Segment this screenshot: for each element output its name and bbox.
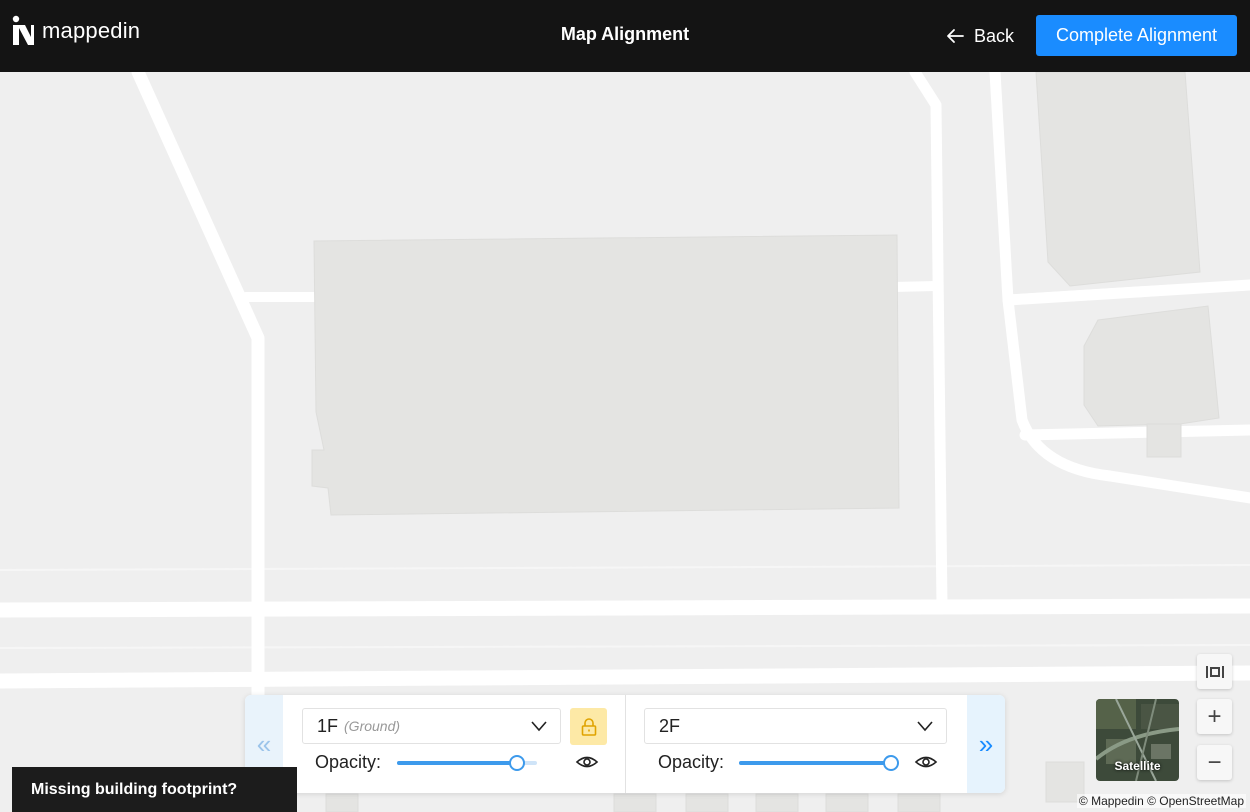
double-chevron-left-icon: « [256, 728, 272, 759]
satellite-label: Satellite [1114, 759, 1161, 773]
missing-footprint-text: Missing building footprint? [31, 780, 238, 798]
eye-icon[interactable] [575, 752, 599, 772]
satellite-toggle[interactable]: Satellite [1096, 699, 1179, 781]
logo-text: mappedin [42, 18, 141, 43]
slider-fill [739, 761, 891, 765]
mappedin-logo[interactable]: mappedin [12, 14, 140, 48]
complete-alignment-button[interactable]: Complete Alignment [1036, 15, 1237, 56]
top-bar: mappedin Map Alignment Back Complete Ali… [0, 0, 1250, 72]
fit-bounds-button[interactable] [1197, 654, 1232, 689]
floor-select-right-label: 2F [659, 715, 681, 736]
slider-fill [397, 761, 517, 765]
arrow-left-icon [947, 29, 964, 43]
double-chevron-right-icon: » [978, 728, 994, 759]
zoom-in-button[interactable]: + [1197, 699, 1232, 734]
lock-icon [581, 717, 596, 736]
floor-select-left-sub: (Ground) [344, 718, 401, 734]
lock-floor-button[interactable] [570, 708, 607, 745]
map-attribution[interactable]: © Mappedin © OpenStreetMap [1076, 794, 1246, 808]
mappedin-logo-icon [12, 15, 34, 45]
next-floor-button[interactable]: » [967, 695, 1005, 793]
floor-select-right[interactable]: 2F [644, 708, 947, 744]
floor-alignment-panel: « 1F (Ground) Opacity: 2F Opacity: » [245, 695, 1005, 793]
opacity-slider-right[interactable] [739, 752, 899, 772]
chevron-down-icon [917, 721, 933, 732]
floor-select-left[interactable]: 1F (Ground) [302, 708, 561, 744]
eye-icon[interactable] [914, 752, 938, 772]
floor-select-left-label: 1F [317, 715, 339, 736]
column-divider [625, 695, 626, 793]
zoom-out-button[interactable]: − [1197, 745, 1232, 780]
opacity-slider-left[interactable] [397, 752, 537, 772]
back-button[interactable]: Back [946, 20, 1014, 52]
chevron-down-icon [531, 721, 547, 732]
plus-icon: + [1207, 702, 1222, 730]
fit-bounds-icon [1205, 665, 1224, 678]
minus-icon: − [1207, 748, 1222, 776]
slider-thumb[interactable] [883, 755, 899, 771]
opacity-label-right: Opacity: [658, 752, 725, 772]
missing-footprint-banner[interactable]: Missing building footprint? [12, 767, 297, 812]
opacity-label-left: Opacity: [315, 752, 382, 772]
slider-thumb[interactable] [509, 755, 525, 771]
back-label: Back [974, 25, 1015, 46]
